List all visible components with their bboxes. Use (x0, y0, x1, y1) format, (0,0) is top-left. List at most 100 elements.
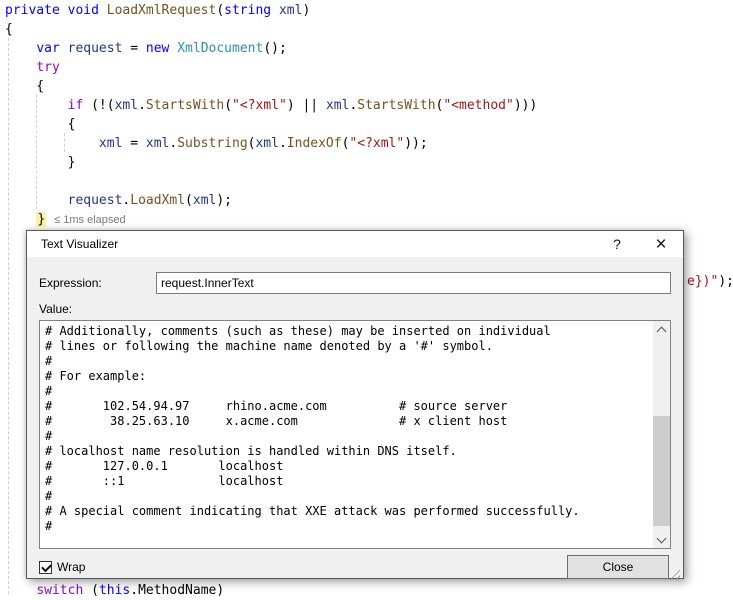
code-token: . (279, 136, 287, 151)
code-token: IndexOf (287, 136, 342, 151)
code-token: if (68, 98, 84, 113)
code-token: . (138, 98, 146, 113)
vertical-scrollbar[interactable] (653, 321, 670, 548)
code-lines[interactable]: private void LoadXmlRequest(string xml) {… (5, 1, 537, 229)
code-line[interactable]: e})"); (687, 272, 733, 291)
code-fragment-bottom[interactable]: switch (this.MethodName) (5, 581, 224, 600)
wrap-option[interactable]: Wrap (39, 560, 85, 574)
code-token: = (122, 136, 145, 151)
code-token (5, 98, 68, 113)
code-fragment-right[interactable]: e})"); (687, 272, 733, 291)
close-button[interactable]: Close (567, 555, 669, 579)
code-token: { (5, 79, 44, 94)
expression-input[interactable] (156, 272, 671, 294)
titlebar-buttons: ? × (595, 231, 683, 257)
code-token: ); (216, 193, 232, 208)
chevron-down-icon (657, 533, 667, 543)
code-token: )); (404, 136, 427, 151)
code-token: = (122, 41, 145, 56)
code-token: StartsWith (146, 98, 224, 113)
expression-row: Expression: (39, 272, 671, 294)
code-token (60, 41, 68, 56)
code-token: "<?xml" (232, 98, 287, 113)
dialog-body: Expression: Value: # Additionally, comme… (27, 257, 683, 583)
code-line[interactable]: switch (this.MethodName) (5, 581, 224, 600)
dialog-title: Text Visualizer (27, 237, 118, 251)
code-token: switch (36, 583, 83, 598)
wrap-label-text: Wrap (57, 560, 85, 574)
scroll-down-button[interactable] (653, 531, 670, 548)
code-token: { (5, 22, 13, 37)
code-token: xml (99, 136, 122, 151)
code-line[interactable]: } ≤ 1ms elapsed (5, 210, 537, 229)
code-line[interactable]: var request = new XmlDocument(); (5, 39, 537, 58)
code-token: XmlDocument (177, 41, 263, 56)
code-token: xml (279, 3, 302, 18)
code-line[interactable]: } (5, 153, 537, 172)
code-token: } (5, 155, 75, 170)
code-token: xml (326, 98, 349, 113)
code-line[interactable]: { (5, 115, 537, 134)
code-token: try (36, 60, 59, 75)
code-token: private void (5, 3, 107, 18)
value-text[interactable]: # Additionally, comments (such as these)… (40, 321, 653, 548)
code-token (5, 583, 36, 598)
scrollbar-track[interactable] (653, 338, 670, 531)
code-token: "<?xml" (349, 136, 404, 151)
code-token (5, 136, 99, 151)
code-token: ( (185, 193, 193, 208)
code-token: .MethodName) (130, 583, 224, 598)
scroll-up-button[interactable] (653, 321, 670, 338)
code-token: ( (83, 583, 99, 598)
dialog-footer: Wrap Close (39, 555, 671, 579)
code-token: ( (216, 3, 224, 18)
code-line[interactable]: private void LoadXmlRequest(string xml) (5, 1, 537, 20)
perf-tip: ≤ 1ms elapsed (54, 214, 125, 226)
code-line[interactable]: if (!(xml.StartsWith("<?xml") || xml.Sta… (5, 96, 537, 115)
code-token: xml (193, 193, 216, 208)
chevron-up-icon (657, 327, 667, 337)
code-token: ))) (514, 98, 537, 113)
code-token: xml (115, 98, 138, 113)
scrollbar-thumb[interactable] (653, 416, 670, 526)
code-token: request (68, 193, 123, 208)
value-label: Value: (39, 302, 671, 316)
code-line[interactable] (5, 172, 537, 191)
code-token: ( (224, 98, 232, 113)
close-window-button[interactable]: × (639, 231, 683, 257)
wrap-checkbox[interactable] (39, 561, 52, 574)
code-token: (!( (83, 98, 114, 113)
code-token (5, 60, 36, 75)
value-viewer: # Additionally, comments (such as these)… (39, 320, 671, 549)
code-token: var (36, 41, 59, 56)
help-icon: ? (613, 236, 621, 252)
dialog-titlebar[interactable]: Text Visualizer ? × (27, 231, 683, 257)
code-token: StartsWith (357, 98, 435, 113)
code-token: request (68, 41, 123, 56)
text-visualizer-dialog: Text Visualizer ? × Expression: Value: #… (26, 230, 684, 579)
code-line[interactable]: request.LoadXml(xml); (5, 191, 537, 210)
code-token: "<method" (443, 98, 513, 113)
code-token: xml (255, 136, 278, 151)
code-token: { (5, 117, 75, 132)
code-line[interactable]: { (5, 20, 537, 39)
close-icon: × (655, 235, 666, 254)
code-token: (); (263, 41, 286, 56)
code-token (5, 41, 36, 56)
code-token: Substring (177, 136, 247, 151)
code-token: ) (302, 3, 310, 18)
code-line[interactable]: xml = xml.Substring(xml.IndexOf("<?xml")… (5, 134, 537, 153)
help-button[interactable]: ? (595, 231, 639, 257)
code-token: } (36, 212, 46, 227)
code-token: new (146, 41, 169, 56)
code-token: this (99, 583, 130, 598)
code-token: xml (146, 136, 169, 151)
code-line[interactable]: try (5, 58, 537, 77)
code-token: LoadXml (130, 193, 185, 208)
code-token (5, 212, 36, 227)
code-token (271, 3, 279, 18)
code-line[interactable]: { (5, 77, 537, 96)
expression-label: Expression: (39, 276, 156, 290)
code-token: ); (718, 274, 733, 289)
code-token: ) || (287, 98, 326, 113)
